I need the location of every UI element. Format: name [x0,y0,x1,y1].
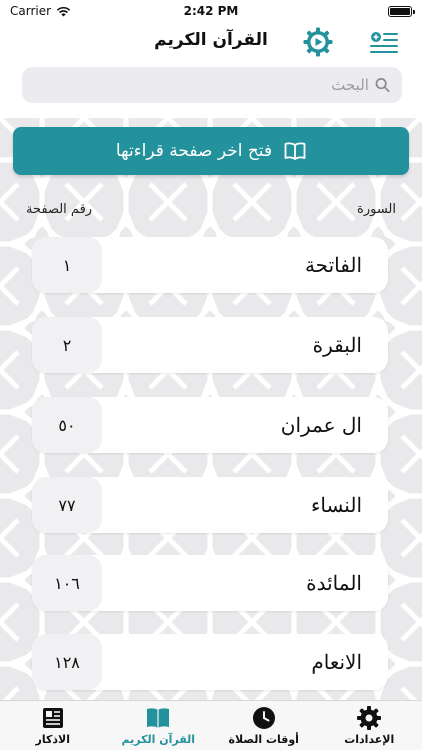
clock-icon [252,707,275,729]
tab-bar: الاذكار القرآن الكريم أوقات الصلاة الإعد… [0,700,422,750]
surah-column-header: السورة [357,202,396,217]
surah-row[interactable]: ٥٠ ال عمران [32,397,388,453]
surah-name: الانعام [311,650,362,674]
surah-row[interactable]: ٧٧ النساء [32,477,388,533]
page-number: ٧٧ [32,477,102,533]
page-title: القرآن الكريم [154,30,268,50]
gear-icon [357,706,382,730]
search-icon [375,78,390,92]
search-bar[interactable] [22,67,402,103]
surah-name: النساء [310,493,362,517]
page-number: ١ [32,237,102,293]
page-number: ٥٠ [32,397,102,453]
surah-name: الفاتحة [304,253,362,277]
battery-icon [388,5,415,17]
open-last-page-button[interactable]: فتح اخر صفحة قراءتها [13,127,409,175]
tab-settings[interactable]: الإعدادات [319,705,419,746]
tab-quran[interactable]: القرآن الكريم [108,705,208,746]
status-left: Carrier [10,4,71,18]
search-input[interactable] [34,76,369,94]
surah-row[interactable]: ١٠٦ المائدة [32,555,388,611]
open-book-icon [284,142,306,160]
wifi-icon [56,6,71,16]
book-icon [147,708,170,728]
tab-prayer-times[interactable]: أوقات الصلاة [214,705,314,746]
tab-settings-label: الإعدادات [344,733,395,746]
page-number: ١٢٨ [32,634,102,690]
surah-row[interactable]: ١٢٨ الانعام [32,634,388,690]
page-number-column-header: رقم الصفحة [26,202,93,217]
navbar: القرآن الكريم [0,22,422,62]
surah-name: البقرة [312,333,362,357]
tab-adhkar-label: الاذكار [35,733,70,746]
surah-list-area[interactable]: فتح اخر صفحة قراءتها رقم الصفحة السورة ١… [0,118,422,700]
surah-row[interactable]: ١ الفاتحة [32,237,388,293]
list-settings-icon[interactable] [370,30,398,54]
surah-name: المائدة [306,571,362,595]
tab-adhkar[interactable]: الاذكار [3,705,103,746]
page-number: ٢ [32,317,102,373]
open-last-page-label: فتح اخر صفحة قراءتها [115,141,273,161]
carrier-label: Carrier [10,4,52,18]
gear-play-icon[interactable] [302,26,334,58]
page-number: ١٠٦ [32,555,102,611]
surah-name: ال عمران [280,413,362,437]
status-bar: Carrier 2:42 PM [0,0,422,22]
newspaper-icon [42,708,63,728]
surah-row[interactable]: ٢ البقرة [32,317,388,373]
tab-prayer-times-label: أوقات الصلاة [228,733,299,746]
tab-quran-label: القرآن الكريم [121,733,196,746]
